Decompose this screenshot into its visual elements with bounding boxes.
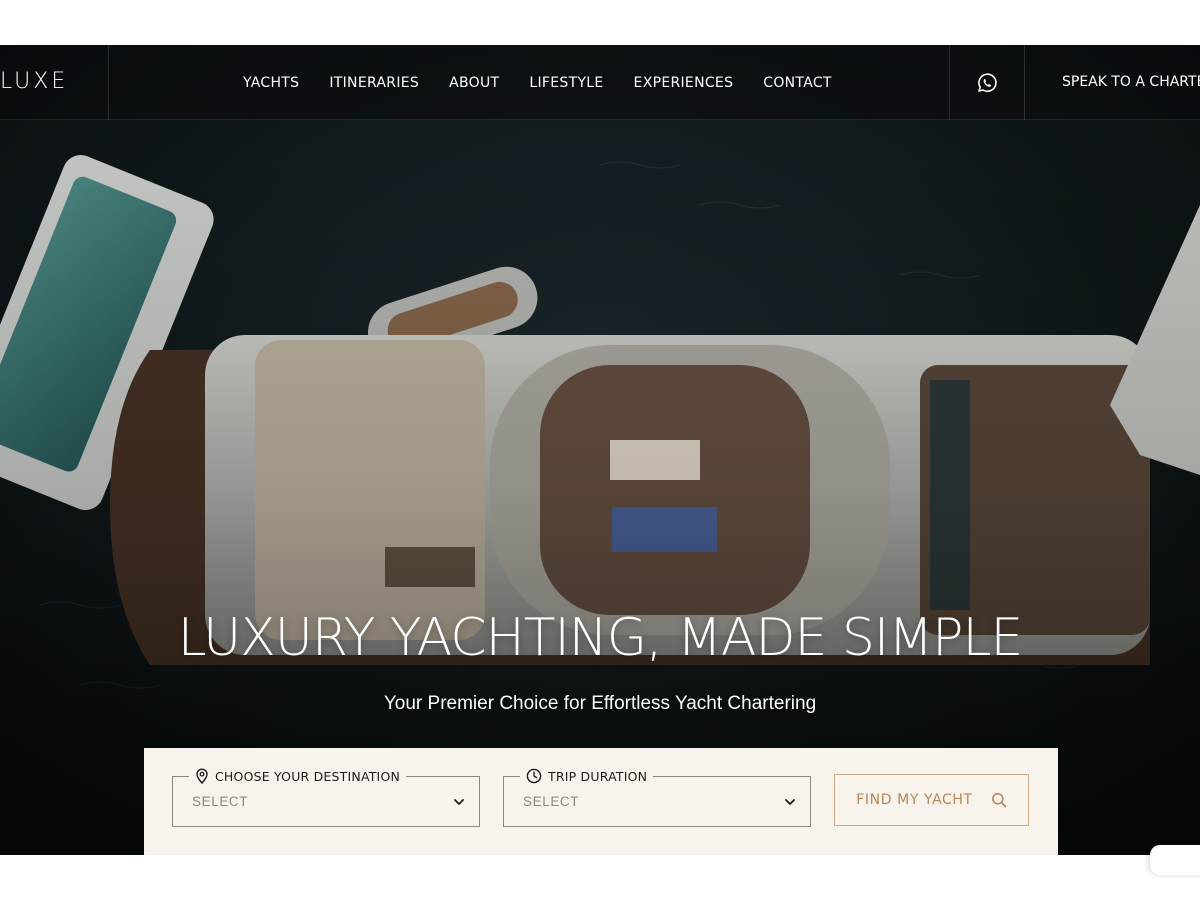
hero-subtitle: Your Premier Choice for Effortless Yacht… [383,693,817,714]
clock-icon [526,768,542,784]
nav-link-contact[interactable]: CONTACT [763,75,832,91]
find-my-yacht-button[interactable]: FIND MY YACHT [834,774,1029,826]
search-icon [991,793,1007,808]
chevron-down-icon [454,799,464,805]
destination-value: SELECT [192,794,249,809]
duration-label: TRIP DURATION [520,766,654,786]
whatsapp-button[interactable] [950,45,1024,120]
duration-label-text: TRIP DURATION [548,768,648,784]
nav-link-itineraries[interactable]: ITINERARIES [329,75,419,91]
hero-title: LUXURY YACHTING, MADE SIMPLE [177,608,1024,668]
nav-link-experiences[interactable]: EXPERIENCES [634,75,734,91]
chevron-down-icon [785,799,795,805]
duration-value: SELECT [523,794,580,809]
map-pin-icon [196,768,208,784]
destination-label: CHOOSE YOUR DESTINATION [189,766,407,786]
side-widget-tab[interactable] [1150,845,1200,875]
destination-select[interactable]: CHOOSE YOUR DESTINATION SELECT [172,766,480,827]
hero-section: LUXE YACHTS ITINERARIES ABOUT LIFESTYLE … [0,45,1200,855]
nav-link-about[interactable]: ABOUT [449,75,499,91]
nav-link-yachts[interactable]: YACHTS [243,75,299,91]
whatsapp-icon [978,72,997,92]
logo[interactable]: LUXE [0,67,68,97]
nav-divider [108,45,109,120]
nav-divider [1024,45,1025,120]
nav-link-lifestyle[interactable]: LIFESTYLE [529,75,603,91]
top-navbar: LUXE YACHTS ITINERARIES ABOUT LIFESTYLE … [0,45,1200,120]
destination-label-text: CHOOSE YOUR DESTINATION [215,768,401,784]
main-navigation: YACHTS ITINERARIES ABOUT LIFESTYLE EXPER… [243,45,832,120]
speak-to-charter-link[interactable]: SPEAK TO A CHARTE [1062,45,1200,120]
find-my-yacht-label: FIND MY YACHT [856,792,973,808]
yacht-search-panel: CHOOSE YOUR DESTINATION SELECT TRIP DURA… [144,748,1058,855]
hero-background-image [0,45,1200,855]
trip-duration-select[interactable]: TRIP DURATION SELECT [503,766,811,827]
